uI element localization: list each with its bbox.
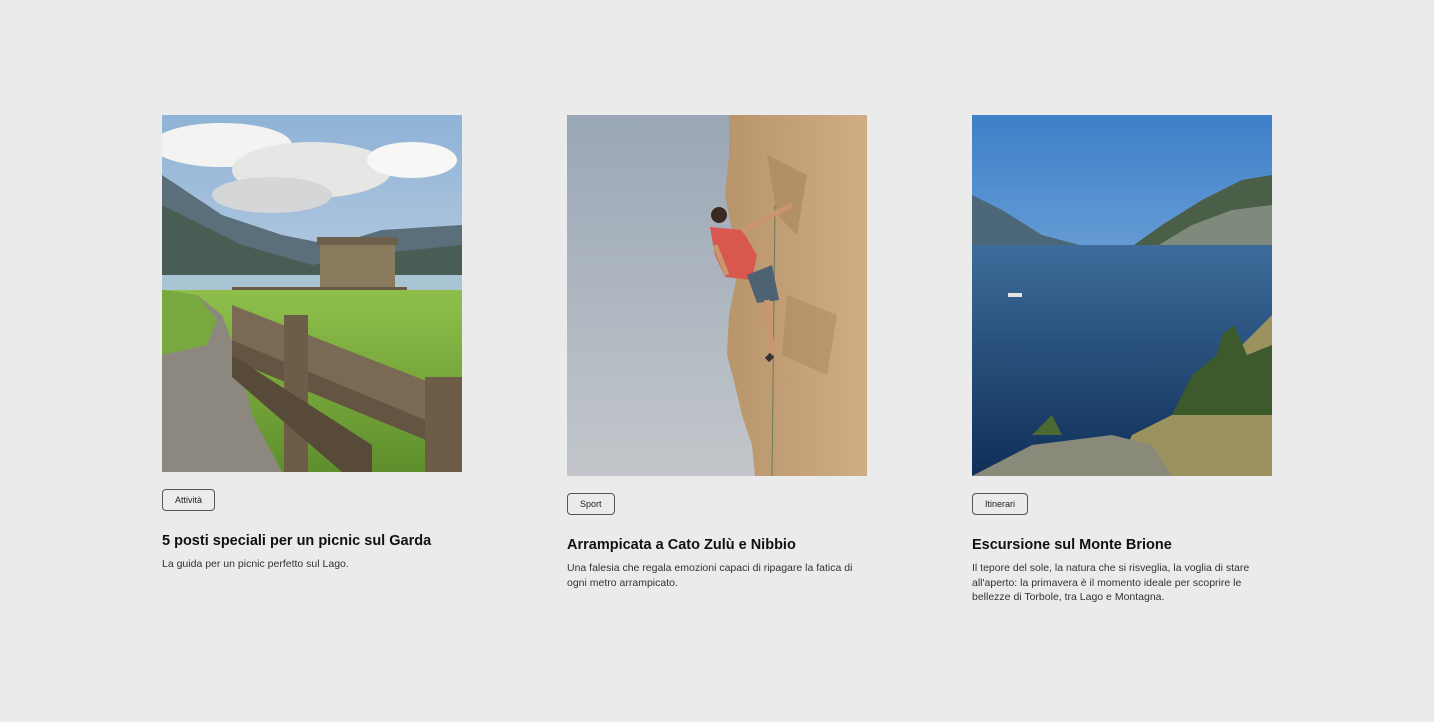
- category-tag[interactable]: Sport: [567, 493, 615, 515]
- articles-page: Attività 5 posti speciali per un picnic …: [0, 0, 1434, 722]
- picnic-landscape-image[interactable]: [162, 115, 462, 472]
- category-tag[interactable]: Attività: [162, 489, 216, 511]
- article-description: Il tepore del sole, la natura che si ris…: [972, 562, 1250, 603]
- category-tag[interactable]: Itinerari: [972, 493, 1029, 515]
- lake-garda-photo: [972, 115, 1272, 476]
- article-title[interactable]: 5 posti speciali per un picnic sul Garda: [162, 532, 462, 550]
- article-title[interactable]: Escursione sul Monte Brione: [972, 536, 1272, 554]
- article-title[interactable]: Arrampicata a Cato Zulù e Nibbio: [567, 536, 867, 554]
- article-card-picnic[interactable]: Attività 5 posti speciali per un picnic …: [162, 115, 462, 572]
- article-card-monte-brione[interactable]: Itinerari Escursione sul Monte Brione Il…: [972, 115, 1272, 605]
- climbing-image[interactable]: [567, 115, 867, 476]
- lake-view-image[interactable]: [972, 115, 1272, 476]
- rock-climber-photo: [567, 115, 867, 476]
- article-description: Una falesia che regala emozioni capaci d…: [567, 562, 853, 589]
- article-description: La guida per un picnic perfetto sul Lago…: [162, 558, 349, 570]
- article-card-climbing[interactable]: Sport Arrampicata a Cato Zulù e Nibbio U…: [567, 115, 867, 590]
- lake-pile-dwelling-photo: [162, 115, 462, 472]
